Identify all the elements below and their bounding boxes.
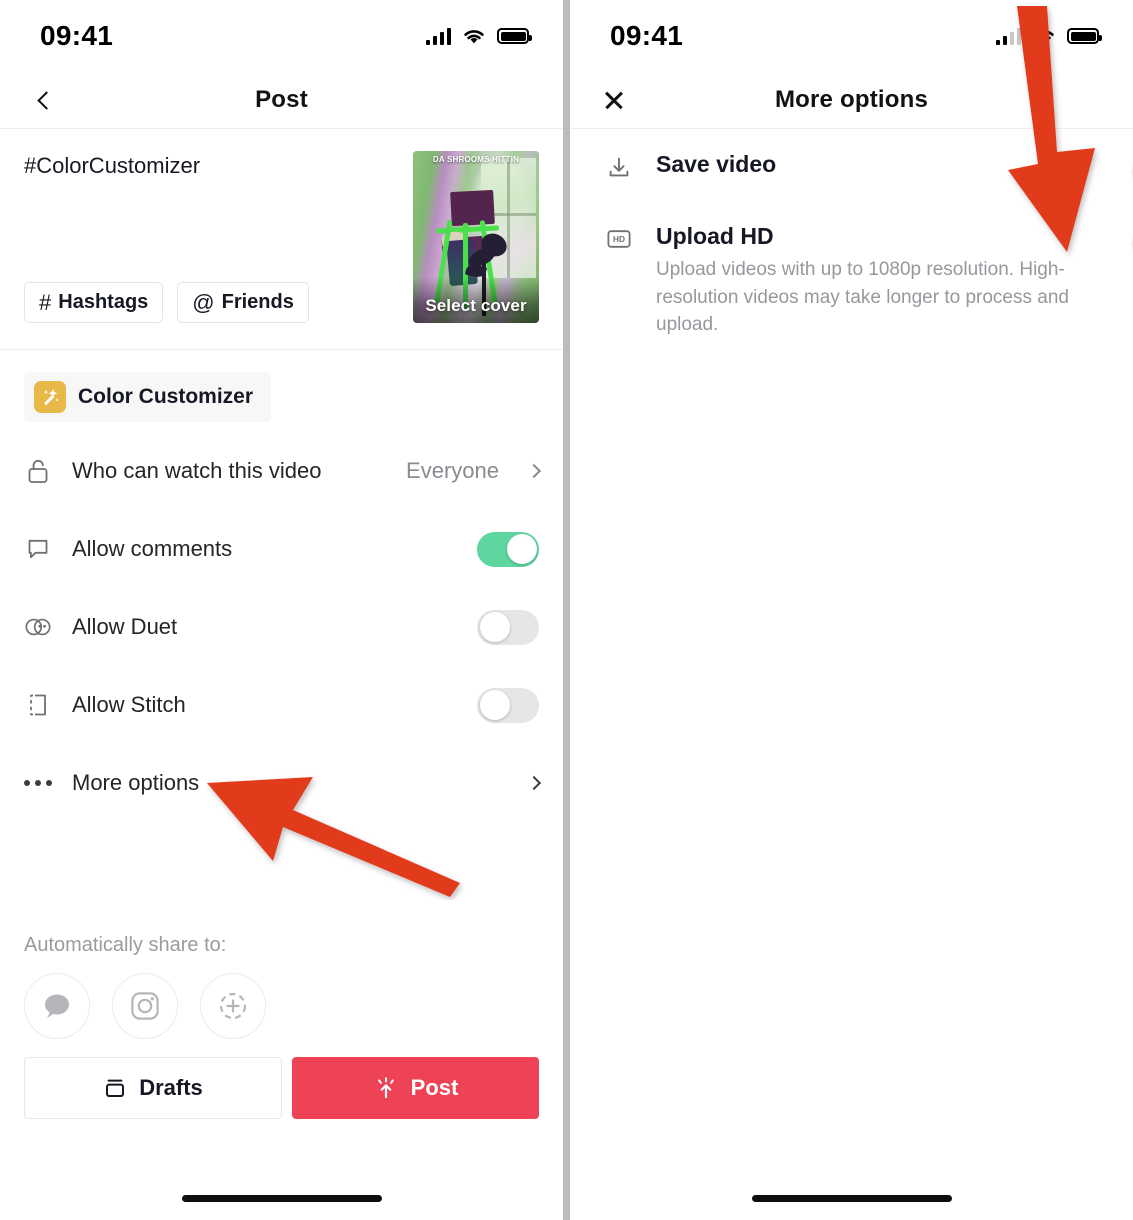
- effect-name: Color Customizer: [78, 385, 254, 408]
- effect-row: Color Customizer: [0, 350, 563, 432]
- auto-share-title: Automatically share to:: [24, 934, 227, 956]
- drafts-label: Drafts: [139, 1075, 203, 1100]
- option-description: Upload videos with up to 1080p resolutio…: [656, 259, 1069, 336]
- close-x-icon: [603, 89, 625, 111]
- page-title: Post: [255, 86, 308, 113]
- thumbnail-chair-back: [449, 189, 495, 227]
- instagram-story-share-button[interactable]: [200, 973, 266, 1039]
- ellipsis-icon: [24, 780, 52, 786]
- status-bar-left: 09:41: [0, 0, 563, 72]
- settings-row-privacy[interactable]: Who can watch this video Everyone: [24, 432, 542, 510]
- video-thumbnail[interactable]: DA SHROOMS HITTIN Select cover: [413, 151, 539, 323]
- settings-list: Who can watch this video Everyone Allow …: [0, 432, 563, 822]
- drafts-tray-icon: [106, 1079, 125, 1097]
- friends-label: Friends: [221, 291, 294, 313]
- hash-icon: #: [39, 289, 52, 315]
- caption-left-column: #ColorCustomizer # Hashtags @ Friends: [24, 151, 399, 323]
- nav-bar-right: More options: [570, 72, 1133, 129]
- status-time: 09:41: [610, 20, 684, 51]
- nav-bar-left: Post: [0, 72, 563, 129]
- bottom-button-row: Drafts Post: [0, 1039, 563, 1119]
- home-indicator-left: [181, 1195, 382, 1202]
- messages-icon: [45, 994, 69, 1018]
- allow-stitch-toggle[interactable]: [477, 687, 539, 723]
- allow-comments-toggle[interactable]: [477, 531, 539, 567]
- panel-divider: [563, 0, 570, 1220]
- battery-icon: [1067, 28, 1102, 44]
- home-indicator-right: [751, 1195, 952, 1202]
- settings-row-more-options[interactable]: More options: [24, 744, 542, 822]
- chevron-right-icon: [526, 463, 542, 479]
- status-icons: [995, 27, 1102, 46]
- post-label: Post: [410, 1075, 459, 1100]
- back-button[interactable]: [24, 80, 64, 120]
- download-icon: [604, 151, 634, 181]
- screenshot-root: 09:41 Post #ColorCustomizer # Hashtags @…: [0, 0, 1133, 1220]
- option-row-upload-hd[interactable]: HD Upload HD Upload videos with up to 10…: [570, 181, 1133, 339]
- settings-label: Allow comments: [72, 536, 233, 561]
- hashtags-label: Hashtags: [58, 291, 149, 313]
- at-icon: @: [192, 289, 215, 315]
- upload-sparkle-icon: [377, 1077, 394, 1099]
- friends-button[interactable]: @ Friends: [177, 282, 309, 323]
- status-icons: [425, 27, 532, 46]
- close-button[interactable]: [594, 80, 634, 120]
- post-screen-panel: 09:41 Post #ColorCustomizer # Hashtags @…: [0, 0, 563, 1220]
- select-cover-label[interactable]: Select cover: [413, 296, 539, 316]
- hashtags-button[interactable]: # Hashtags: [24, 282, 164, 323]
- settings-label: More options: [72, 770, 200, 795]
- caption-block: #ColorCustomizer # Hashtags @ Friends DA…: [0, 129, 563, 350]
- caption-action-pills: # Hashtags @ Friends: [24, 282, 399, 323]
- more-options-screen-panel: 09:41 More options Save video HD Upload …: [570, 0, 1133, 1220]
- auto-share-icons: [24, 973, 539, 1039]
- svg-text:HD: HD: [613, 234, 625, 244]
- option-title: Upload HD: [656, 223, 774, 249]
- battery-icon: [497, 28, 532, 44]
- wifi-icon: [1034, 29, 1054, 43]
- comment-bubble-icon: [24, 537, 52, 561]
- wifi-icon: [464, 29, 484, 43]
- effect-chip[interactable]: Color Customizer: [24, 372, 272, 422]
- page-title: More options: [774, 86, 929, 113]
- instagram-share-button[interactable]: [112, 973, 178, 1039]
- cellular-signal-icon: [425, 27, 451, 45]
- cellular-signal-icon: [995, 27, 1021, 45]
- duet-icon: [24, 616, 52, 638]
- option-body: Save video: [656, 151, 1081, 178]
- magic-wand-icon: [34, 381, 66, 413]
- option-row-save-video[interactable]: Save video: [570, 129, 1133, 186]
- status-bar-right: 09:41: [570, 0, 1133, 72]
- status-time: 09:41: [40, 20, 114, 51]
- settings-row-allow-comments[interactable]: Allow comments: [24, 510, 539, 588]
- post-button[interactable]: Post: [292, 1057, 539, 1119]
- option-body: Upload HD Upload videos with up to 1080p…: [656, 223, 1081, 339]
- hd-badge-icon: HD: [604, 223, 634, 251]
- chevron-left-icon: [36, 90, 56, 110]
- drafts-button[interactable]: Drafts: [24, 1057, 282, 1119]
- settings-label: Who can watch this video: [72, 458, 322, 483]
- toggle-knob: [506, 534, 537, 564]
- instagram-icon: [131, 992, 159, 1020]
- allow-duet-toggle[interactable]: [477, 609, 539, 645]
- settings-row-allow-stitch[interactable]: Allow Stitch: [24, 666, 539, 744]
- chevron-right-icon: [526, 775, 542, 791]
- toggle-knob: [479, 690, 510, 720]
- privacy-value: Everyone: [406, 458, 499, 483]
- messages-share-button[interactable]: [24, 973, 90, 1039]
- toggle-knob: [479, 612, 510, 642]
- settings-row-allow-duet[interactable]: Allow Duet: [24, 588, 539, 666]
- caption-input[interactable]: #ColorCustomizer: [24, 151, 399, 251]
- auto-share-section: Automatically share to:: [0, 912, 563, 1039]
- settings-label: Allow Duet: [72, 614, 178, 639]
- settings-label: Allow Stitch: [72, 692, 186, 717]
- option-title: Save video: [656, 151, 777, 177]
- unlock-icon: [24, 458, 52, 484]
- thumbnail-overlay-text: DA SHROOMS HITTIN: [432, 155, 520, 164]
- stitch-icon: [24, 693, 52, 717]
- instagram-story-add-icon: [219, 992, 247, 1020]
